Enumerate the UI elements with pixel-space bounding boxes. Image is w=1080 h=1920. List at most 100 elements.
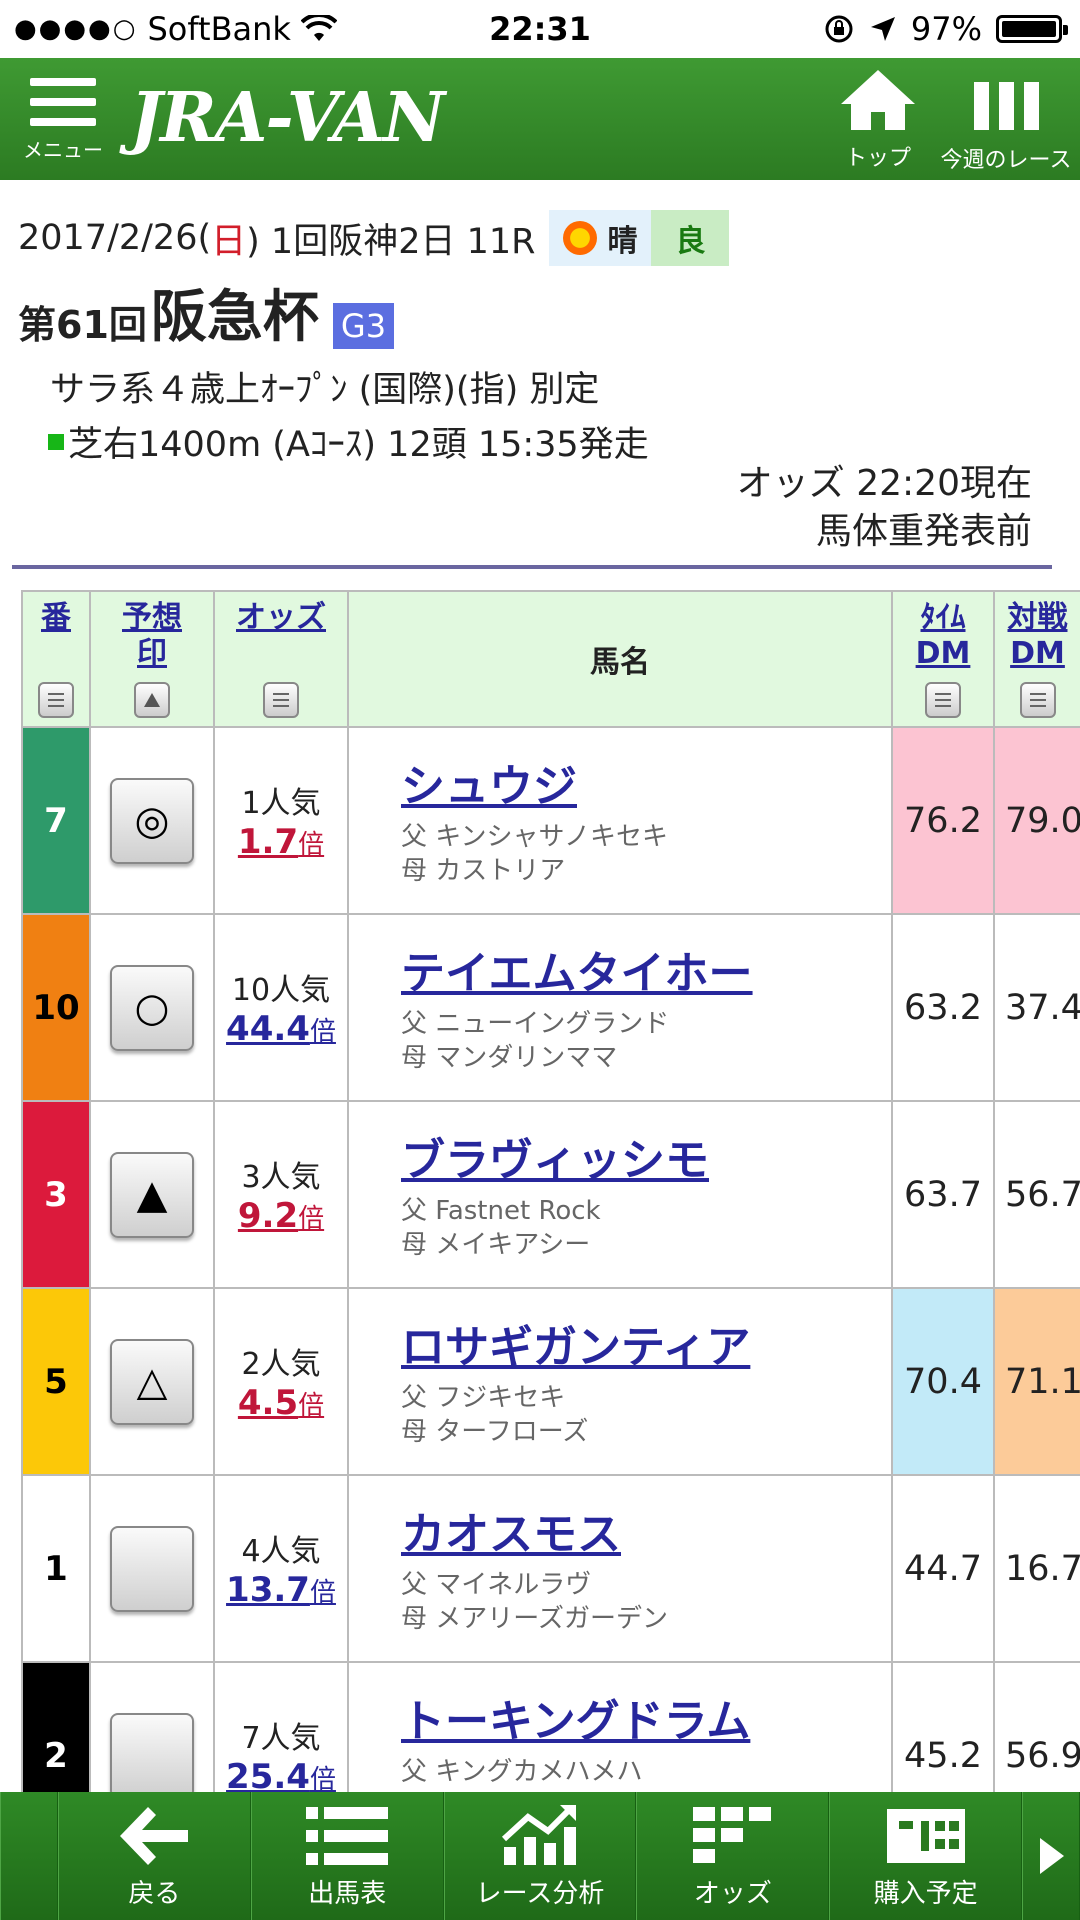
dam: 母 メイキアシー [401, 1230, 591, 1260]
top-label: トップ [844, 146, 911, 171]
race-course: 芝右1400m (Aｺｰｽ) 12頭 15:35発走 [68, 425, 649, 465]
sort-icon[interactable] [1019, 682, 1056, 718]
vs-dm: 79.0 [993, 728, 1080, 913]
sun-icon [563, 221, 598, 255]
header-vs-dm-line2: DM [1010, 636, 1065, 671]
purchase-plan-button[interactable]: 購入予定 [829, 1792, 1023, 1920]
entries-label: 出馬表 [308, 1879, 387, 1909]
location-icon [870, 17, 895, 41]
race-conditions: サラ系４歳上ｵｰﾌﾟﾝ (国際)(指) 別定 [50, 370, 600, 410]
sort-vs-dm-link[interactable]: 対戦 DM [995, 592, 1080, 672]
prediction-mark-button[interactable]: △ [110, 1338, 194, 1425]
prediction-mark-button[interactable] [110, 1525, 194, 1612]
sort-num-link[interactable]: 番 [23, 592, 89, 636]
header-vs-dm[interactable]: 対戦 DM [993, 592, 1080, 726]
app-header: メニュー JRA-VAN トップ 今週のレース [0, 58, 1080, 180]
odds-link[interactable]: 1.7倍 [238, 822, 325, 862]
time-dm: 63.2 [891, 915, 993, 1100]
time-dm: 70.4 [891, 1289, 993, 1474]
header-time-dm-line1: ﾀｲﾑ [920, 600, 966, 635]
horse-number: 1 [21, 1476, 89, 1661]
ticket-icon [886, 1809, 965, 1863]
odds-cell: 4人気 13.7倍 [213, 1476, 347, 1661]
popularity: 10人気 [231, 973, 331, 1008]
dam: 母 マンダリンママ [401, 1043, 618, 1073]
sort-up-icon[interactable] [134, 682, 170, 718]
race-analysis-button[interactable]: レース分析 [443, 1792, 637, 1920]
sort-icon[interactable] [38, 682, 74, 718]
odds-link[interactable]: 4.5倍 [238, 1383, 325, 1423]
sort-time-dm-link[interactable]: ﾀｲﾑ DM [893, 592, 993, 672]
header-mark[interactable]: 予想印 [89, 592, 213, 726]
race-date-suffix: ) 1回阪神2日 11R [246, 221, 536, 262]
popularity: 3人気 [241, 1160, 321, 1195]
header-odds[interactable]: オッズ [213, 592, 347, 726]
horse-name-link[interactable]: シュウジ [401, 750, 577, 814]
odds-value: 44.4 [226, 1009, 310, 1049]
hamburger-icon [30, 78, 96, 126]
horse-name-link[interactable]: ブラヴィッシモ [401, 1124, 709, 1188]
odds-cell: 10人気 44.4倍 [213, 915, 347, 1100]
prediction-mark-button[interactable] [110, 1712, 194, 1799]
horse-name-link[interactable]: テイエムタイホー [401, 937, 753, 1001]
sire: 父 マイネルラヴ [401, 1570, 592, 1600]
sire: 父 フジキセキ [401, 1383, 566, 1413]
prediction-mark-button[interactable]: ○ [110, 964, 194, 1051]
header-mark-line2: 印 [137, 636, 167, 671]
table-row: 1 4人気 13.7倍 カオスモス父 マイネルラヴ母 メアリーズガーデン 44.7… [21, 1476, 1080, 1663]
entries-button[interactable]: 出馬表 [250, 1792, 444, 1920]
horse-cell: ロサギガンティア父 フジキセキ母 ターフローズ [347, 1289, 891, 1474]
race-date-line: 2017/2/26(日) 1回阪神2日 11R 晴 良 [18, 210, 1058, 266]
sort-odds-link[interactable]: オッズ [215, 592, 347, 636]
list-icon [306, 1807, 389, 1865]
dam: 母 ターフローズ [401, 1417, 589, 1447]
prediction-mark-button[interactable]: ◎ [110, 777, 194, 864]
prediction-mark-button[interactable]: ▲ [110, 1151, 194, 1238]
odds-time: オッズ 22:20現在 [736, 463, 1032, 504]
horse-name-link[interactable]: カオスモス [401, 1498, 621, 1562]
odds-unit: 倍 [298, 830, 325, 860]
popularity: 4人気 [241, 1534, 321, 1569]
odds-unit: 倍 [298, 1391, 325, 1421]
odds-value: 9.2 [237, 1196, 299, 1236]
this-week-races-button[interactable]: 今週のレース [936, 68, 1076, 174]
triangle-right-icon [1040, 1838, 1065, 1874]
odds-unit: 倍 [309, 1017, 336, 1047]
odds-link[interactable]: 13.7倍 [226, 1570, 336, 1610]
dam: 母 メアリーズガーデン [401, 1604, 668, 1634]
table-row: 5 △ 2人気 4.5倍 ロサギガンティア父 フジキセキ母 ターフローズ 70.4… [21, 1289, 1080, 1476]
menu-button[interactable]: メニュー [18, 70, 108, 174]
horse-name-link[interactable]: トーキングドラム [401, 1685, 750, 1749]
sort-icon[interactable] [925, 682, 961, 718]
odds-unit: 倍 [309, 1578, 336, 1608]
mark-cell: ○ [89, 915, 213, 1100]
columns-icon [936, 82, 1076, 130]
vs-dm: 16.7 [993, 1476, 1080, 1661]
purchase-plan-label: 購入予定 [873, 1879, 978, 1909]
race-date-day: 日 [211, 221, 247, 262]
header-num[interactable]: 番 [21, 592, 89, 726]
toolbar-next-button[interactable] [1022, 1792, 1080, 1920]
race-date-prefix: 2017/2/26( [18, 218, 212, 258]
odds-cell: 1人気 1.7倍 [213, 728, 347, 913]
header-mark-line1: 予想 [122, 600, 182, 635]
odds-link[interactable]: 44.4倍 [226, 1009, 336, 1049]
sort-icon[interactable] [263, 682, 299, 718]
back-button[interactable]: 戻る [57, 1792, 251, 1920]
odds-link[interactable]: 9.2倍 [238, 1196, 324, 1236]
odds-link[interactable]: 25.4倍 [226, 1757, 336, 1797]
arrow-left-icon [120, 1807, 189, 1865]
sort-mark-link[interactable]: 予想印 [91, 592, 213, 672]
popularity: 7人気 [241, 1721, 321, 1756]
top-button[interactable]: トップ [830, 68, 926, 172]
header-time-dm[interactable]: ﾀｲﾑ DM [891, 592, 993, 726]
mark-cell: △ [89, 1289, 213, 1474]
this-week-races-label: 今週のレース [940, 148, 1072, 173]
horse-name-link[interactable]: ロサギガンティア [401, 1311, 750, 1375]
odds-button[interactable]: オッズ [636, 1792, 830, 1920]
odds-value: 13.7 [226, 1570, 310, 1610]
horse-number: 10 [21, 915, 89, 1100]
toolbar-spacer [0, 1792, 58, 1920]
sire: 父 Fastnet Rock [401, 1196, 601, 1226]
race-title: 第61回 阪急杯 G3 [18, 272, 1058, 353]
